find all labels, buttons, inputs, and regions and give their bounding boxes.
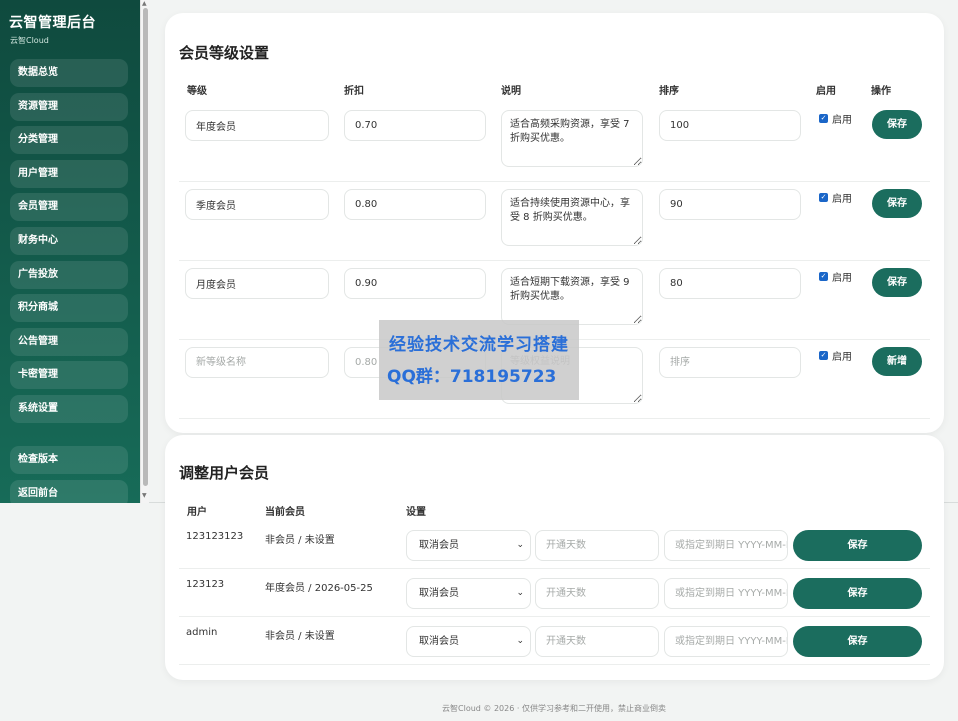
membership-select-value: 取消会员 [419,636,459,647]
expiry-date-input[interactable] [664,530,788,561]
sidebar-item-announcements[interactable]: 公告管理 [10,327,128,356]
new-level-name-input[interactable] [185,347,329,378]
checkbox-checked-icon[interactable]: ✓ [819,351,828,360]
levels-card-title: 会员等级设置 [179,44,270,62]
enabled-label: 启用 [832,352,852,363]
table-row: 123123 年度会员 / 2026-05-25 取消会员 ⌄ 保存 [179,570,930,617]
sidebar-item-check-version[interactable]: 检查版本 [10,446,128,474]
sidebar-item-dashboard[interactable]: 数据总览 [10,59,128,87]
header-sort: 排序 [659,86,679,97]
sidebar-nav: 数据总览 资源管理 分类管理 用户管理 会员管理 财务中心 广告投放 积分商城 … [10,59,128,429]
watermark-line2: QQ群：718195723 [387,367,557,387]
header-current-membership: 当前会员 [265,507,305,518]
sidebar-item-settings[interactable]: 系统设置 [10,394,128,423]
membership-select-value: 取消会员 [419,588,459,599]
header-enabled: 启用 [816,86,836,97]
sidebar-scrollbar[interactable]: ▲ ▼ [140,0,149,503]
sidebar-item-categories[interactable]: 分类管理 [10,126,128,155]
membership-select[interactable]: 取消会员 ⌄ [406,626,531,657]
sidebar: 云智管理后台 云智Cloud 数据总览 资源管理 分类管理 用户管理 会员管理 … [0,0,140,503]
user-name: 123123123 [186,531,244,542]
save-level-button[interactable]: 保存 [872,189,922,218]
header-user: 用户 [187,507,207,518]
sidebar-item-resources[interactable]: 资源管理 [10,92,128,121]
sidebar-item-membership[interactable]: 会员管理 [10,193,128,222]
user-name: 123123 [186,579,225,590]
level-row: 适合持续使用资源中心，享受 8 折购买优惠。 ✓ 启用 保存 [179,182,930,261]
brand-title: 云智管理后台 [9,15,96,31]
expiry-date-input[interactable] [664,626,788,657]
level-description-textarea[interactable]: 适合持续使用资源中心，享受 8 折购买优惠。 [501,189,643,246]
level-description-textarea[interactable]: 适合高频采购资源，享受 7 折购买优惠。 [501,110,643,167]
current-membership: 非会员 / 未设置 [265,535,335,546]
level-enabled-toggle[interactable]: ✓ 启用 [819,269,852,284]
checkbox-checked-icon[interactable]: ✓ [819,193,828,202]
checkbox-checked-icon[interactable]: ✓ [819,114,828,123]
sidebar-item-back-to-frontend[interactable]: 返回前台 [10,479,128,503]
enabled-label: 启用 [832,115,852,126]
adjust-user-membership-card: 调整用户会员 用户 当前会员 设置 123123123 非会员 / 未设置 取消… [165,435,944,680]
level-discount-input[interactable] [344,268,486,299]
header-action: 操作 [871,86,891,97]
table-row: 123123123 非会员 / 未设置 取消会员 ⌄ 保存 [179,522,930,569]
level-discount-input[interactable] [344,189,486,220]
current-membership: 年度会员 / 2026-05-25 [265,583,373,594]
level-enabled-toggle[interactable]: ✓ 启用 [819,190,852,205]
save-membership-button[interactable]: 保存 [793,626,922,657]
level-name-input[interactable] [185,268,329,299]
save-membership-button[interactable]: 保存 [793,530,922,561]
open-days-input[interactable] [535,530,659,561]
membership-select[interactable]: 取消会员 ⌄ [406,578,531,609]
header-description: 说明 [501,86,521,97]
scroll-down-arrow-icon[interactable]: ▼ [142,492,147,499]
level-sort-input[interactable] [659,189,801,220]
watermark-overlay: 经验技术交流学习搭建 QQ群：718195723 [379,320,579,400]
header-settings: 设置 [406,507,426,518]
watermark-line1: 经验技术交流学习搭建 [389,335,569,355]
membership-select-value: 取消会员 [419,540,459,551]
chevron-down-icon: ⌄ [516,636,524,646]
level-name-input[interactable] [185,189,329,220]
save-membership-button[interactable]: 保存 [793,578,922,609]
level-sort-input[interactable] [659,110,801,141]
user-name: admin [186,627,218,638]
header-level: 等级 [187,86,207,97]
table-row: admin 非会员 / 未设置 取消会员 ⌄ 保存 [179,618,930,665]
chevron-down-icon: ⌄ [516,540,524,550]
sidebar-item-users[interactable]: 用户管理 [10,159,128,188]
open-days-input[interactable] [535,626,659,657]
membership-select[interactable]: 取消会员 ⌄ [406,530,531,561]
sidebar-item-card-keys[interactable]: 卡密管理 [10,361,128,390]
level-sort-input[interactable] [659,268,801,299]
level-name-input[interactable] [185,110,329,141]
new-level-sort-input[interactable] [659,347,801,378]
scrollbar-thumb[interactable] [143,8,148,486]
footer-text: 云智Cloud © 2026 · 仅供学习参考和二开使用，禁止商业倒卖 [442,704,666,713]
sidebar-bottom-nav: 检查版本 返回前台 [10,446,128,503]
new-level-enabled-toggle[interactable]: ✓ 启用 [819,348,852,363]
level-description-textarea[interactable]: 适合短期下载资源，享受 9 折购买优惠。 [501,268,643,325]
sidebar-item-ads[interactable]: 广告投放 [10,260,128,289]
level-row: 适合高频采购资源，享受 7 折购买优惠。 ✓ 启用 保存 [179,103,930,182]
checkbox-checked-icon[interactable]: ✓ [819,272,828,281]
enabled-label: 启用 [832,273,852,284]
sidebar-item-finance[interactable]: 财务中心 [10,226,128,255]
level-enabled-toggle[interactable]: ✓ 启用 [819,111,852,126]
sidebar-item-points-mall[interactable]: 积分商城 [10,294,128,323]
header-discount: 折扣 [344,86,364,97]
current-membership: 非会员 / 未设置 [265,631,335,642]
users-card-title: 调整用户会员 [179,464,270,482]
save-level-button[interactable]: 保存 [872,268,922,297]
expiry-date-input[interactable] [664,578,788,609]
add-level-button[interactable]: 新增 [872,347,922,376]
open-days-input[interactable] [535,578,659,609]
scroll-up-arrow-icon[interactable]: ▲ [142,0,147,7]
level-discount-input[interactable] [344,110,486,141]
brand-subtitle: 云智Cloud [10,36,49,45]
save-level-button[interactable]: 保存 [872,110,922,139]
chevron-down-icon: ⌄ [516,588,524,598]
enabled-label: 启用 [832,194,852,205]
